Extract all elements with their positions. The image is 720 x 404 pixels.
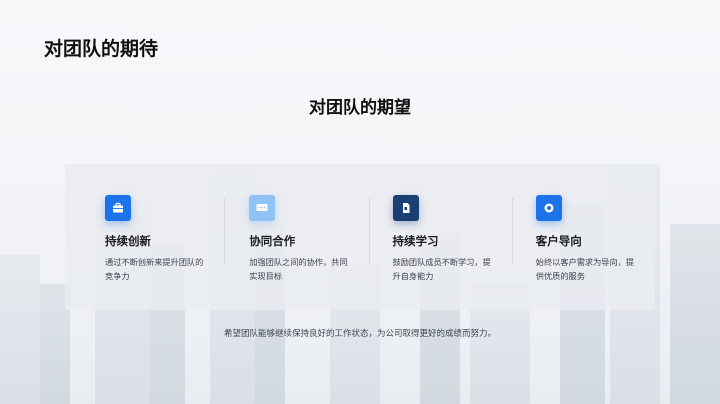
section-title: 对团队的期望 bbox=[309, 98, 411, 118]
card-collaboration: 协同合作 加强团队之间的协作，共同实现目标 bbox=[224, 164, 368, 310]
card-description: 加强团队之间的协作，共同实现目标 bbox=[249, 257, 348, 281]
card-title: 客户导向 bbox=[535, 234, 582, 248]
card-innovation: 持续创新 通过不断创新来提升团队的竞争力 bbox=[65, 164, 224, 310]
card-description: 鼓励团队成员不断学习，提升自身能力 bbox=[392, 257, 491, 281]
expectations-panel: 持续创新 通过不断创新来提升团队的竞争力 协同合作 加强团队之间的协作，共同实现… bbox=[65, 164, 655, 310]
briefcase-icon bbox=[105, 195, 131, 221]
card-learning: 持续学习 鼓励团队成员不断学习，提升自身能力 bbox=[368, 164, 512, 310]
card-title: 持续学习 bbox=[392, 234, 439, 248]
card-description: 始终以客户需求为导向，提供优质的服务 bbox=[535, 257, 635, 281]
card-title: 协同合作 bbox=[249, 234, 296, 248]
card-customer-focus: 客户导向 始终以客户需求为导向，提供优质的服务 bbox=[511, 164, 655, 310]
document-icon bbox=[392, 195, 419, 221]
card-description: 通过不断创新来提升团队的竞争力 bbox=[105, 257, 204, 281]
chat-bubble-icon bbox=[249, 195, 276, 221]
footer-text: 希望团队能够继续保持良好的工作状态，为公司取得更好的成绩而努力。 bbox=[223, 329, 496, 339]
page-title: 对团队的期待 bbox=[44, 38, 159, 60]
card-title: 持续创新 bbox=[105, 234, 151, 248]
target-icon bbox=[535, 195, 562, 221]
